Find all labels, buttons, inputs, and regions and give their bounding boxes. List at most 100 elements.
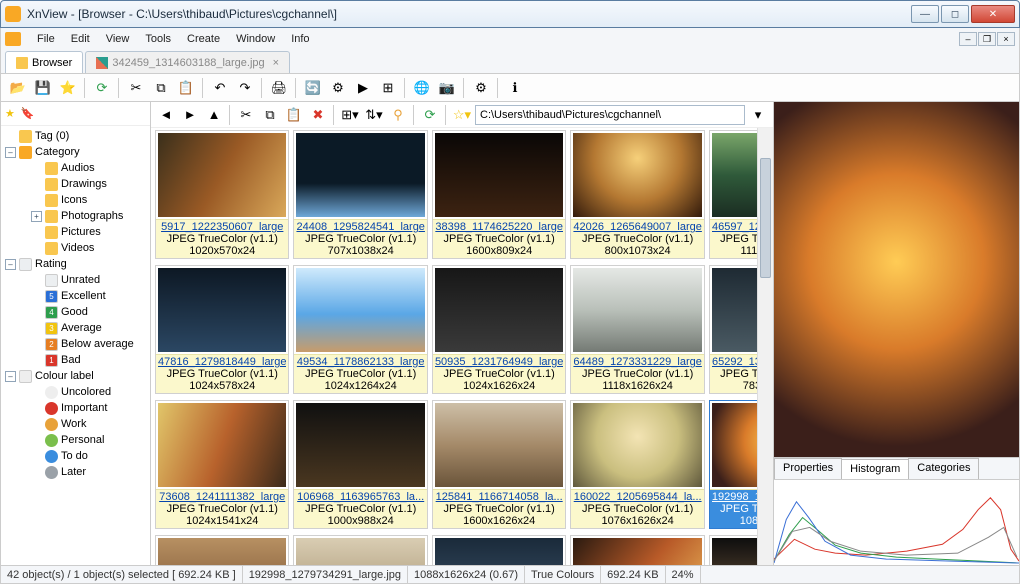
- info-tab-properties[interactable]: Properties: [774, 458, 842, 479]
- slideshow-button[interactable]: ▶: [352, 77, 374, 99]
- cut-button[interactable]: ✂: [125, 77, 147, 99]
- thumbs-scroll-thumb[interactable]: [760, 158, 771, 278]
- expand-icon[interactable]: –: [5, 259, 16, 270]
- nav-favorite-button[interactable]: ☆▾: [451, 104, 473, 126]
- thumbnail[interactable]: 73608_1241111382_largeJPEG TrueColor (v1…: [155, 400, 289, 529]
- tree-colour-uncolored[interactable]: Uncolored: [5, 384, 150, 400]
- window-close-button[interactable]: ✕: [971, 5, 1015, 23]
- thumbnail[interactable]: 5917_1222350607_largeJPEG TrueColor (v1.…: [155, 130, 289, 259]
- window-maximize-button[interactable]: ◻: [941, 5, 969, 23]
- tree-bookmark-icon[interactable]: 🔖: [21, 107, 35, 120]
- mdi-close-button[interactable]: ×: [997, 32, 1015, 46]
- tree-colour-later[interactable]: Later: [5, 464, 150, 480]
- thumbnail[interactable]: 160022_1205695844_la...JPEG TrueColor (v…: [570, 400, 704, 529]
- thumbnail[interactable]: 125841_1166714058_la...JPEG TrueColor (v…: [432, 400, 566, 529]
- thumbnail[interactable]: 24408_1295824541_largeJPEG TrueColor (v1…: [293, 130, 427, 259]
- nav-paste-button[interactable]: 📋: [283, 104, 305, 126]
- tree-colour-important[interactable]: Important: [5, 400, 150, 416]
- tree-rating-good[interactable]: 4Good: [5, 304, 150, 320]
- tree-colour-work[interactable]: Work: [5, 416, 150, 432]
- menu-create[interactable]: Create: [179, 31, 228, 47]
- info-tab-categories[interactable]: Categories: [908, 458, 979, 479]
- capture-button[interactable]: 📷: [436, 77, 458, 99]
- print-button[interactable]: 🖨: [268, 77, 290, 99]
- thumbnail[interactable]: 47816_1279818449_largeJPEG TrueColor (v1…: [155, 265, 289, 394]
- path-dropdown-button[interactable]: ▾: [747, 104, 769, 126]
- tab-viewer[interactable]: 342459_1314603188_large.jpg×: [85, 51, 290, 73]
- rotate-left-button[interactable]: ↶: [209, 77, 231, 99]
- tab-browser[interactable]: Browser: [5, 51, 83, 73]
- nav-delete-button[interactable]: ✖: [307, 104, 329, 126]
- expand-icon[interactable]: +: [31, 211, 42, 222]
- about-button[interactable]: ℹ: [504, 77, 526, 99]
- nav-up-button[interactable]: ▲: [203, 104, 225, 126]
- nav-forward-button[interactable]: ►: [179, 104, 201, 126]
- view-mode-button[interactable]: ⊞▾: [339, 104, 361, 126]
- batch-button[interactable]: ⚙: [327, 77, 349, 99]
- thumbnail[interactable]: 49534_1178862133_largeJPEG TrueColor (v1…: [293, 265, 427, 394]
- tree-colour-personal[interactable]: Personal: [5, 432, 150, 448]
- refresh-button[interactable]: ⟳: [91, 77, 113, 99]
- save-button[interactable]: 💾: [32, 77, 54, 99]
- tree-rating-average[interactable]: 3Average: [5, 320, 150, 336]
- tree-cat-pictures[interactable]: Pictures: [5, 224, 150, 240]
- web-button[interactable]: 🌐: [411, 77, 433, 99]
- nav-refresh-button[interactable]: ⟳: [419, 104, 441, 126]
- sort-button[interactable]: ⇅▾: [363, 104, 385, 126]
- nav-copy-button[interactable]: ⧉: [259, 104, 281, 126]
- menu-tools[interactable]: Tools: [137, 31, 179, 47]
- nav-back-button[interactable]: ◄: [155, 104, 177, 126]
- menu-view[interactable]: View: [98, 31, 138, 47]
- tree-rating-excellent[interactable]: 5Excellent: [5, 288, 150, 304]
- info-tab-histogram[interactable]: Histogram: [841, 459, 909, 480]
- expand-icon[interactable]: –: [5, 147, 16, 158]
- rotate-right-button[interactable]: ↷: [234, 77, 256, 99]
- contact-sheet-button[interactable]: ⊞: [377, 77, 399, 99]
- thumbnail[interactable]: 38398_1174625220_largeJPEG TrueColor (v1…: [432, 130, 566, 259]
- tree-colour-to-do[interactable]: To do: [5, 448, 150, 464]
- thumbnail[interactable]: 50935_1231764949_largeJPEG TrueColor (v1…: [432, 265, 566, 394]
- tree-star-icon[interactable]: ★: [5, 107, 15, 120]
- options-button[interactable]: ⚙: [470, 77, 492, 99]
- menu-info[interactable]: Info: [283, 31, 317, 47]
- menu-file[interactable]: File: [29, 31, 63, 47]
- thumbnail[interactable]: 232490_1227702048_la...JPEG TrueColor (v…: [570, 535, 704, 565]
- mdi-minimize-button[interactable]: –: [959, 32, 977, 46]
- thumbnail-image: [296, 538, 424, 565]
- thumbnail[interactable]: 193080_1180812049_la...JPEG TrueColor (v…: [155, 535, 289, 565]
- tree-rating-below-average[interactable]: 2Below average: [5, 336, 150, 352]
- thumbnail[interactable]: 64489_1273331229_largeJPEG TrueColor (v1…: [570, 265, 704, 394]
- thumbnail[interactable]: 218717_1310767180_la...JPEG TrueColor (v…: [293, 535, 427, 565]
- copy-button[interactable]: ⧉: [150, 77, 172, 99]
- tree-category[interactable]: –Category: [5, 144, 150, 160]
- filter-button[interactable]: ⚲: [387, 104, 409, 126]
- tree-colour-label[interactable]: –Colour label: [5, 368, 150, 384]
- thumbs-scrollbar[interactable]: [757, 128, 773, 565]
- thumbnail[interactable]: 227196_1212816787_la...JPEG TrueColor (v…: [432, 535, 566, 565]
- menu-edit[interactable]: Edit: [63, 31, 98, 47]
- tree-cat-photographs[interactable]: +Photographs: [5, 208, 150, 224]
- tab-close-icon[interactable]: ×: [273, 57, 279, 69]
- thumbnail[interactable]: 42026_1265649007_largeJPEG TrueColor (v1…: [570, 130, 704, 259]
- tree-cat-audios[interactable]: Audios: [5, 160, 150, 176]
- tree-tag[interactable]: Tag (0): [5, 128, 150, 144]
- thumbnail[interactable]: 106968_1163965763_la...JPEG TrueColor (v…: [293, 400, 427, 529]
- convert-button[interactable]: 🔄: [302, 77, 324, 99]
- mdi-restore-button[interactable]: ❐: [978, 32, 996, 46]
- tree-rating-unrated[interactable]: Unrated: [5, 272, 150, 288]
- favorite-button[interactable]: ⭐: [57, 77, 79, 99]
- open-button[interactable]: 📂: [7, 77, 29, 99]
- paste-button[interactable]: 📋: [175, 77, 197, 99]
- tree-cat-icons[interactable]: Icons: [5, 192, 150, 208]
- thumbnail-area[interactable]: 5917_1222350607_largeJPEG TrueColor (v1.…: [151, 128, 773, 565]
- nav-cut-button[interactable]: ✂: [235, 104, 257, 126]
- tree-rating-bad[interactable]: 1Bad: [5, 352, 150, 368]
- expand-icon[interactable]: –: [5, 371, 16, 382]
- tree-cat-drawings[interactable]: Drawings: [5, 176, 150, 192]
- thumbnail-image: [296, 133, 424, 217]
- tree-cat-videos[interactable]: Videos: [5, 240, 150, 256]
- path-input[interactable]: C:\Users\thibaud\Pictures\cgchannel\: [475, 105, 745, 125]
- menu-window[interactable]: Window: [228, 31, 283, 47]
- tree-rating[interactable]: –Rating: [5, 256, 150, 272]
- window-minimize-button[interactable]: —: [911, 5, 939, 23]
